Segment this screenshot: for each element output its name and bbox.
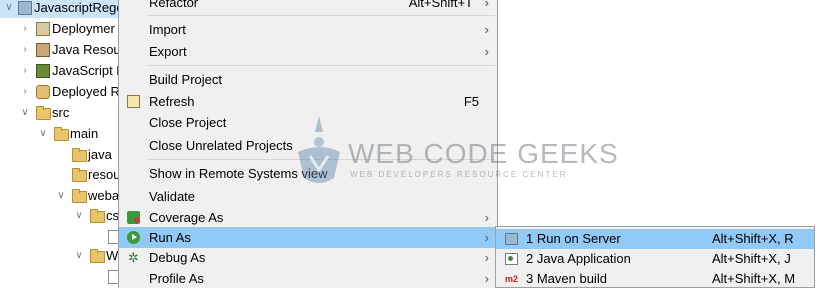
tree-item-label: resou	[88, 167, 118, 182]
tree-item-label: Java Resour	[52, 42, 118, 57]
javascript-resources-icon	[36, 64, 50, 78]
collapse-icon[interactable]: ∨	[74, 246, 84, 266]
tree-item-label: main	[70, 126, 99, 141]
collapse-icon[interactable]: ∨	[38, 124, 48, 144]
menu-item-close-project[interactable]: Close Project	[119, 112, 497, 133]
tree-item-label: Deploymer	[52, 21, 115, 36]
expand-icon[interactable]: ›	[20, 61, 30, 81]
server-icon	[505, 233, 518, 245]
tree-item-label: src	[52, 105, 70, 120]
menu-item-label: Run As	[149, 230, 191, 245]
submenu-item-label: 1 Run on Server	[526, 231, 621, 246]
run-icon	[127, 231, 140, 244]
expand-icon[interactable]: ›	[20, 40, 30, 60]
folder-icon	[90, 209, 105, 223]
tree-item-label: weba	[88, 188, 118, 203]
collapse-icon[interactable]: ∨	[4, 0, 14, 18]
menu-item-refactor[interactable]: Refactor Alt+Shift+T ›	[119, 0, 497, 13]
chevron-right-icon: ›	[484, 0, 489, 10]
tree-item-project[interactable]: ∨ JavascriptRege	[0, 0, 118, 18]
menu-separator	[147, 159, 495, 160]
expand-icon[interactable]: ›	[20, 82, 30, 102]
chevron-right-icon: ›	[484, 250, 489, 265]
menu-item-label: Show in Remote Systems view	[149, 166, 328, 181]
coverage-icon	[127, 211, 140, 224]
chevron-right-icon: ›	[484, 271, 489, 286]
folder-icon	[54, 127, 69, 141]
tree-item-label: JavaScript R	[52, 63, 118, 78]
menu-item-validate[interactable]: Validate	[119, 186, 497, 207]
file-icon	[108, 230, 118, 244]
menu-item-close-unrelated-projects[interactable]: Close Unrelated Projects	[119, 135, 497, 156]
tree-item-label: cs	[106, 208, 118, 223]
menu-item-import[interactable]: Import ›	[119, 19, 497, 40]
menu-item-build-project[interactable]: Build Project	[119, 69, 497, 90]
menu-item-refresh[interactable]: Refresh F5	[119, 91, 497, 112]
folder-icon	[36, 106, 51, 120]
collapse-icon[interactable]: ∨	[20, 103, 30, 123]
folder-icon	[72, 189, 87, 203]
project-explorer-tree: ∨ JavascriptRege › Deploymer › Java Reso…	[0, 0, 118, 288]
menu-item-shortcut: Alt+Shift+T	[408, 0, 473, 10]
deployed-resources-icon	[36, 85, 50, 99]
tree-item-label: java	[88, 147, 112, 162]
menu-separator	[147, 65, 495, 66]
folder-icon	[72, 148, 87, 162]
chevron-right-icon: ›	[484, 22, 489, 37]
chevron-right-icon: ›	[484, 44, 489, 59]
menu-item-label: Debug As	[149, 250, 206, 265]
menu-item-shortcut: F5	[463, 94, 479, 109]
menu-item-debug-as[interactable]: ✲ Debug As ›	[119, 247, 497, 268]
submenu-item-run-on-server[interactable]: 1 Run on Server Alt+Shift+X, R	[496, 229, 814, 249]
menu-item-label: Refresh	[149, 94, 195, 109]
project-icon	[18, 1, 32, 15]
submenu-item-java-application[interactable]: 2 Java Application Alt+Shift+X, J	[496, 249, 814, 269]
folder-icon	[72, 168, 87, 182]
menu-item-label: Export	[149, 44, 187, 59]
menu-item-label: Refactor	[149, 0, 199, 10]
submenu-item-maven-build[interactable]: m2 3 Maven build Alt+Shift+X, M	[496, 269, 814, 289]
menu-item-label: Profile As	[149, 271, 204, 286]
menu-item-label: Validate	[149, 189, 196, 204]
menu-item-coverage-as[interactable]: Coverage As ›	[119, 207, 497, 228]
tree-item-label: JavascriptRege	[34, 0, 118, 15]
menu-item-label: Import	[149, 22, 186, 37]
submenu-item-shortcut: Alt+Shift+X, J	[712, 251, 791, 266]
menu-item-label: Close Unrelated Projects	[149, 138, 293, 153]
submenu-item-label: 3 Maven build	[526, 271, 607, 286]
expand-icon[interactable]: ›	[20, 19, 30, 39]
debug-bug-icon: ✲	[128, 250, 139, 265]
deployment-descriptor-icon	[36, 22, 50, 36]
menu-item-run-as[interactable]: Run As ›	[119, 227, 497, 248]
refresh-icon	[127, 95, 140, 108]
menu-item-export[interactable]: Export ›	[119, 41, 497, 62]
collapse-icon[interactable]: ∨	[74, 206, 84, 226]
java-app-icon	[505, 253, 518, 265]
maven-m2-icon: m2	[505, 274, 519, 284]
run-as-submenu: 1 Run on Server Alt+Shift+X, R 2 Java Ap…	[495, 226, 815, 288]
context-menu: Refactor Alt+Shift+T › Import › Export ›…	[118, 0, 498, 288]
chevron-right-icon: ›	[484, 230, 489, 245]
chevron-right-icon: ›	[484, 210, 489, 225]
menu-item-label: Build Project	[149, 72, 222, 87]
tree-item-label: Deployed R	[52, 84, 118, 99]
xml-file-icon	[108, 270, 118, 284]
folder-icon	[90, 249, 105, 263]
menu-separator	[147, 15, 495, 16]
submenu-item-shortcut: Alt+Shift+X, R	[712, 231, 794, 246]
menu-item-label: Coverage As	[149, 210, 224, 225]
menu-item-profile-as[interactable]: Profile As ›	[119, 268, 497, 289]
submenu-item-label: 2 Java Application	[526, 251, 631, 266]
submenu-item-shortcut: Alt+Shift+X, M	[712, 271, 796, 286]
tree-item-label: W	[106, 248, 118, 263]
collapse-icon[interactable]: ∨	[56, 186, 66, 206]
menu-item-show-in-remote-systems[interactable]: Show in Remote Systems view	[119, 163, 497, 184]
java-resources-icon	[36, 43, 50, 57]
menu-item-label: Close Project	[149, 115, 227, 130]
